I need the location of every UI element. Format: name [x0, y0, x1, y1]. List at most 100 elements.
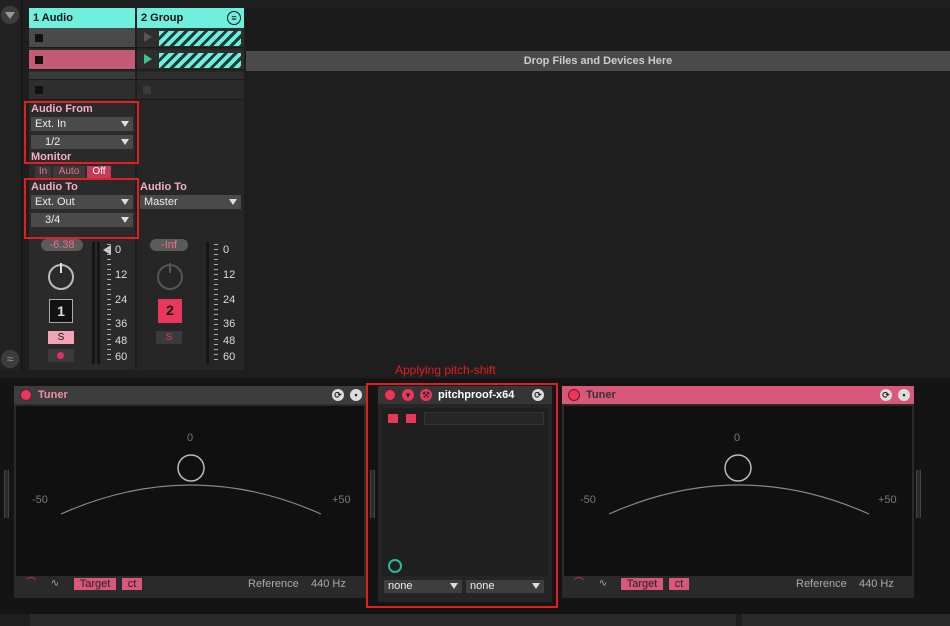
chain-handle[interactable]: [916, 470, 921, 518]
plugin-window: [382, 408, 548, 576]
pan-knob[interactable]: [157, 263, 183, 290]
meter-tick: [107, 264, 111, 265]
tuner-device: Tuner ⟳ ▪ 0 -50 +50 ⌒ ∿ Target ct Refere…: [14, 386, 366, 598]
solo-button[interactable]: S: [156, 331, 182, 344]
play-icon[interactable]: [144, 32, 152, 42]
meter-tick: [214, 304, 218, 305]
solo-button[interactable]: S: [48, 331, 74, 344]
select-value: Ext. Out: [35, 196, 75, 208]
clip-slot[interactable]: [137, 50, 244, 70]
device-title-bar[interactable]: ▾ ⚒ pitchproof-x64 ⟳: [378, 386, 552, 404]
waveform-toggle-icon[interactable]: ≈: [1, 350, 19, 368]
group-menu-icon[interactable]: ≡: [227, 11, 241, 25]
hot-swap-icon[interactable]: ⟳: [332, 389, 344, 401]
preset-field[interactable]: [424, 412, 544, 425]
wrench-icon[interactable]: ⚒: [420, 389, 432, 401]
audio-from-select[interactable]: Ext. In: [31, 117, 133, 131]
level-meter: [92, 242, 95, 364]
group-audio-to-label: Audio To: [140, 181, 187, 193]
select-value: none: [470, 580, 495, 592]
tuner-needle: [177, 454, 205, 482]
group-clip[interactable]: [159, 31, 241, 46]
save-preset-icon[interactable]: ▪: [898, 389, 910, 401]
audio-from-label: Audio From: [31, 103, 93, 115]
target-toggle[interactable]: Target: [74, 578, 116, 590]
meter-tick: [107, 244, 111, 245]
meter-tick: [214, 299, 218, 300]
clip-slot[interactable]: [137, 80, 244, 100]
save-icon[interactable]: [406, 414, 416, 423]
track-header-group[interactable]: 2 Group ≡: [137, 8, 244, 28]
meter-tick: [107, 349, 111, 350]
device-power-icon[interactable]: [384, 389, 396, 401]
meter-tick: [214, 274, 218, 275]
histogram-mode-icon[interactable]: ∿: [596, 578, 610, 590]
pan-knob[interactable]: [48, 263, 74, 290]
device-power-icon[interactable]: [568, 389, 580, 401]
play-icon[interactable]: [144, 54, 152, 64]
meter-tick: [214, 284, 218, 285]
monitor-off-button[interactable]: Off: [87, 166, 111, 178]
clip-slot[interactable]: [29, 72, 135, 80]
volume-readout[interactable]: -Inf: [150, 239, 188, 251]
stop-icon[interactable]: [35, 86, 43, 94]
device-title-bar[interactable]: Tuner ⟳ ▪: [562, 386, 914, 404]
reference-value[interactable]: 440 Hz: [859, 578, 894, 590]
histogram-mode-icon[interactable]: ∿: [48, 578, 62, 590]
reference-value[interactable]: 440 Hz: [311, 578, 346, 590]
meter-tick: [214, 244, 218, 245]
track-header-audio[interactable]: 1 Audio: [29, 8, 135, 28]
track-activator[interactable]: 1: [49, 299, 73, 323]
drop-zone[interactable]: Drop Files and Devices Here: [246, 51, 950, 71]
clip-slot[interactable]: [29, 80, 135, 100]
track-activator[interactable]: 2: [158, 299, 182, 323]
volume-readout[interactable]: -6.38: [41, 239, 83, 251]
tuner-display: 0 -50 +50: [564, 406, 912, 576]
empty-track-area: [246, 8, 950, 51]
cents-toggle[interactable]: ct: [122, 578, 142, 590]
monitor-auto-button[interactable]: Auto: [53, 166, 85, 178]
meter-scale-label: 0: [223, 244, 230, 256]
stop-icon[interactable]: [35, 34, 43, 42]
curve-mode-icon[interactable]: ⌒: [24, 578, 38, 590]
device-power-icon[interactable]: [20, 389, 32, 401]
chain-handle[interactable]: [4, 470, 9, 518]
plugin-param-select[interactable]: none: [384, 580, 462, 593]
save-preset-icon[interactable]: ▪: [350, 389, 362, 401]
hot-swap-icon[interactable]: ⟳: [532, 389, 544, 401]
chevron-down-icon: [121, 121, 129, 127]
device-handle[interactable]: [370, 470, 375, 518]
expand-icon[interactable]: ▾: [402, 389, 414, 401]
audio-to-select[interactable]: Ext. Out: [31, 195, 133, 209]
arm-button[interactable]: [48, 349, 74, 362]
clip-slot[interactable]: [137, 72, 244, 80]
clip-slot[interactable]: [29, 50, 135, 70]
stop-icon[interactable]: [35, 56, 43, 64]
meter-tick: [214, 324, 218, 325]
meter-tick: [107, 344, 111, 345]
tuner-right-label: +50: [878, 494, 897, 506]
device-title-bar[interactable]: Tuner ⟳ ▪: [14, 386, 366, 404]
stop-icon[interactable]: [143, 86, 151, 94]
clip-slot[interactable]: [137, 28, 244, 48]
target-toggle[interactable]: Target: [621, 578, 663, 590]
plugin-param-select[interactable]: none: [466, 580, 544, 593]
meter-tick: [214, 294, 218, 295]
hot-swap-icon[interactable]: ⟳: [880, 389, 892, 401]
cents-toggle[interactable]: ct: [669, 578, 689, 590]
clip-slot[interactable]: [29, 28, 135, 48]
select-value: 3/4: [45, 214, 61, 226]
curve-mode-icon[interactable]: ⌒: [572, 578, 586, 590]
track-name: 1 Audio: [33, 12, 73, 24]
group-clip[interactable]: [159, 53, 241, 68]
collapse-down-icon[interactable]: [1, 6, 19, 24]
group-audio-to-select[interactable]: Master: [140, 195, 241, 209]
meter-tick: [214, 334, 218, 335]
meter-tick: [107, 284, 111, 285]
monitor-in-button[interactable]: In: [35, 166, 51, 178]
meter-tick: [214, 269, 218, 270]
audio-from-channel-select[interactable]: 1/2: [31, 135, 133, 149]
folder-icon[interactable]: [388, 414, 398, 423]
tuner-display: 0 -50 +50: [16, 406, 364, 576]
audio-to-channel-select[interactable]: 3/4: [31, 213, 133, 227]
